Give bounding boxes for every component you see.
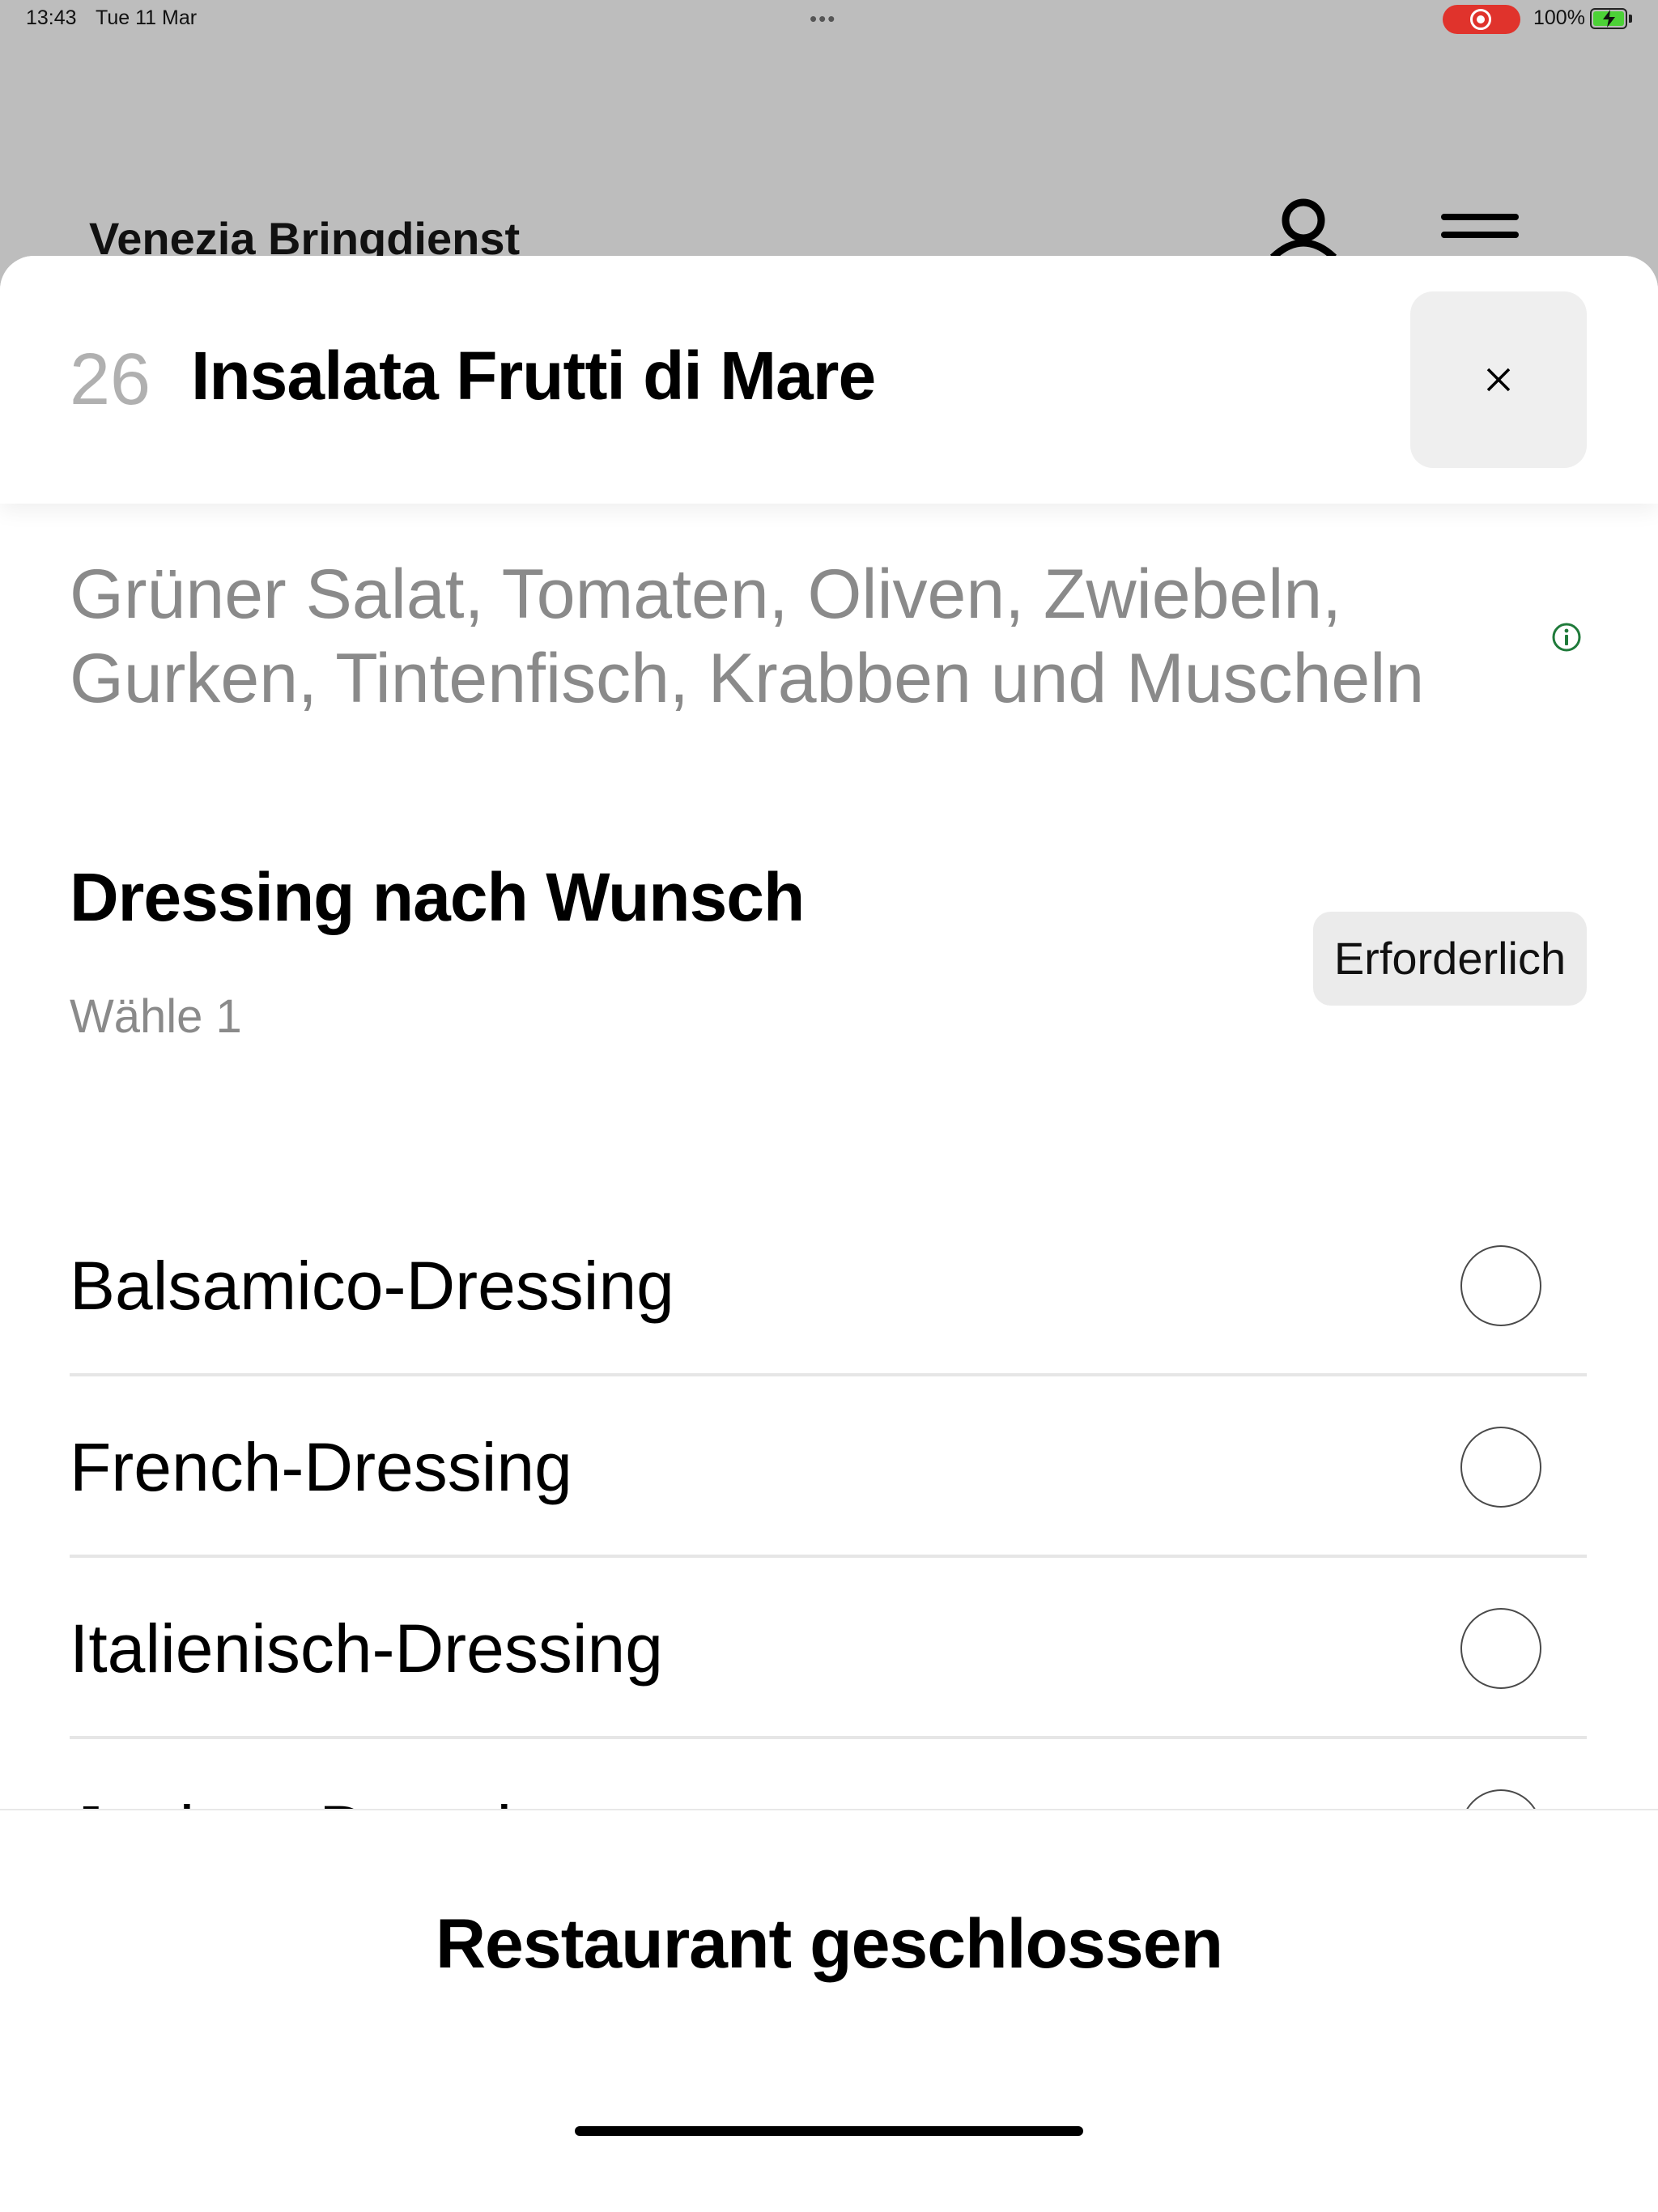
screen: 13:43 Tue 11 Mar ••• 100% Venezia Bringd… <box>0 0 1658 2212</box>
close-icon <box>1486 368 1511 392</box>
radio-button[interactable] <box>1460 1608 1541 1689</box>
battery-icon <box>1590 8 1627 29</box>
battery-tip <box>1629 15 1632 23</box>
option-label: Balsamico-Dressing <box>70 1248 674 1324</box>
close-button[interactable] <box>1410 291 1587 468</box>
restaurant-closed-label: Restaurant geschlossen <box>435 1905 1223 1983</box>
home-indicator[interactable] <box>575 2126 1083 2136</box>
recording-dot <box>1477 15 1485 23</box>
battery-percentage: 100% <box>1533 6 1585 29</box>
dressing-section-subtitle: Wähle 1 <box>70 990 242 1043</box>
sheet-header: 26 Insalata Frutti di Mare <box>0 256 1658 504</box>
screen-recording-icon[interactable] <box>1443 5 1520 34</box>
dressing-section-title: Dressing nach Wunsch <box>70 859 805 935</box>
multitasking-dots-icon[interactable]: ••• <box>810 6 836 32</box>
radio-button[interactable] <box>1460 1245 1541 1326</box>
dressing-option[interactable]: Italienisch-Dressing <box>70 1558 1587 1739</box>
dressing-option[interactable]: Balsamico-Dressing <box>70 1195 1587 1376</box>
sheet-footer: Restaurant geschlossen <box>0 1809 1658 2212</box>
item-description: Grüner Salat, Tomaten, Oliven, Zwiebeln,… <box>70 555 1425 717</box>
option-label: French-Dressing <box>70 1429 572 1505</box>
user-icon[interactable] <box>1263 193 1344 257</box>
status-date: Tue 11 Mar <box>96 6 198 29</box>
item-number: 26 <box>70 339 151 420</box>
option-label: Italienisch-Dressing <box>70 1610 663 1687</box>
charging-bolt-icon <box>1603 10 1615 28</box>
item-title: Insalata Frutti di Mare <box>191 338 876 414</box>
dressing-option[interactable]: French-Dressing <box>70 1376 1587 1558</box>
required-badge: Erforderlich <box>1313 912 1587 1006</box>
radio-button[interactable] <box>1460 1427 1541 1508</box>
status-time: 13:43 <box>26 6 77 29</box>
item-detail-sheet: 26 Insalata Frutti di Mare Grüner Salat,… <box>0 256 1658 2212</box>
menu-icon[interactable] <box>1439 211 1520 259</box>
info-icon[interactable] <box>1551 622 1582 653</box>
